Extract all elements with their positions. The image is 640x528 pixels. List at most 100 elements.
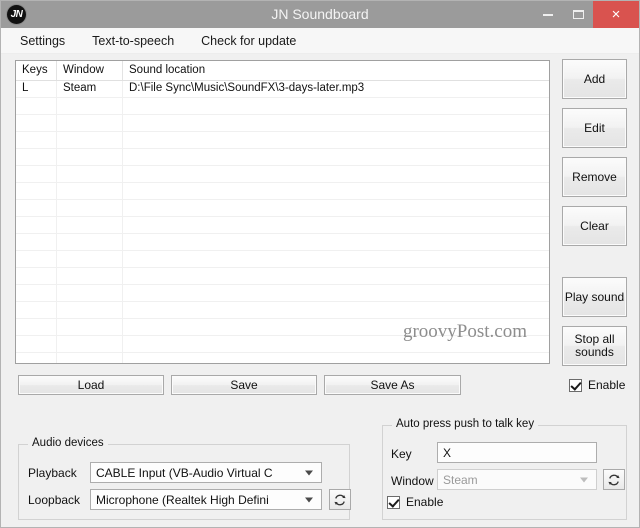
table-row[interactable] xyxy=(16,336,549,353)
ptt-enable-checkbox[interactable] xyxy=(387,496,400,509)
table-row[interactable] xyxy=(16,200,549,217)
cell-sound-location xyxy=(123,285,549,301)
cell-window xyxy=(57,234,123,250)
cell-sound-location xyxy=(123,200,549,216)
table-row[interactable] xyxy=(16,251,549,268)
load-button[interactable]: Load xyxy=(18,375,164,395)
cell-keys xyxy=(16,302,57,318)
cell-sound-location xyxy=(123,115,549,131)
table-row[interactable] xyxy=(16,353,549,364)
table-row[interactable] xyxy=(16,285,549,302)
table-row[interactable] xyxy=(16,319,549,336)
cell-sound-location xyxy=(123,166,549,182)
cell-sound-location xyxy=(123,98,549,114)
window-controls: × xyxy=(533,1,639,28)
cell-keys: L xyxy=(16,81,57,97)
loopback-label: Loopback xyxy=(28,493,80,507)
enable-checkbox[interactable] xyxy=(569,379,582,392)
column-header-keys[interactable]: Keys xyxy=(16,61,57,80)
menu-item-check-for-update[interactable]: Check for update xyxy=(192,31,305,51)
table-row[interactable] xyxy=(16,302,549,319)
cell-keys xyxy=(16,132,57,148)
loopback-device-value: Microphone (Realtek High Defini xyxy=(96,493,269,507)
table-row[interactable] xyxy=(16,149,549,166)
table-row[interactable] xyxy=(16,268,549,285)
ptt-key-label: Key xyxy=(391,447,412,461)
cell-sound-location xyxy=(123,353,549,364)
cell-keys xyxy=(16,319,57,335)
minimize-icon xyxy=(543,14,553,16)
add-button[interactable]: Add xyxy=(562,59,627,99)
cell-sound-location xyxy=(123,336,549,352)
save-button[interactable]: Save xyxy=(171,375,317,395)
list-header: Keys Window Sound location xyxy=(16,61,549,81)
cell-sound-location xyxy=(123,149,549,165)
clear-button[interactable]: Clear xyxy=(562,206,627,246)
refresh-window-list-button[interactable] xyxy=(603,469,625,490)
cell-sound-location xyxy=(123,268,549,284)
cell-sound-location xyxy=(123,302,549,318)
cell-window xyxy=(57,115,123,131)
list-body: LSteamD:\File Sync\Music\SoundFX\3-days-… xyxy=(16,81,549,364)
title-bar: JN JN Soundboard × xyxy=(1,1,639,28)
cell-keys xyxy=(16,251,57,267)
edit-button[interactable]: Edit xyxy=(562,108,627,148)
loopback-device-select[interactable]: Microphone (Realtek High Defini xyxy=(90,489,322,510)
cell-window xyxy=(57,353,123,364)
push-to-talk-title: Auto press push to talk key xyxy=(392,418,538,430)
playback-device-select[interactable]: CABLE Input (VB-Audio Virtual C xyxy=(90,462,322,483)
ptt-window-value: Steam xyxy=(443,473,478,487)
cell-keys xyxy=(16,166,57,182)
save-as-button[interactable]: Save As xyxy=(324,375,461,395)
cell-window xyxy=(57,302,123,318)
menu-item-settings[interactable]: Settings xyxy=(11,31,74,51)
cell-keys xyxy=(16,268,57,284)
cell-window xyxy=(57,149,123,165)
cell-window xyxy=(57,268,123,284)
ptt-key-input[interactable]: X xyxy=(437,442,597,463)
play-sound-button[interactable]: Play sound xyxy=(562,277,627,317)
refresh-icon xyxy=(333,493,347,507)
chevron-down-icon xyxy=(305,497,313,502)
sound-list[interactable]: Keys Window Sound location LSteamD:\File… xyxy=(15,60,550,364)
cell-window xyxy=(57,166,123,182)
playback-label: Playback xyxy=(28,466,77,480)
enable-checkbox-row[interactable]: Enable xyxy=(569,378,625,392)
table-row[interactable]: LSteamD:\File Sync\Music\SoundFX\3-days-… xyxy=(16,81,549,98)
cell-keys xyxy=(16,285,57,301)
column-header-sound-location[interactable]: Sound location xyxy=(123,61,549,80)
cell-sound-location xyxy=(123,251,549,267)
cell-window xyxy=(57,200,123,216)
cell-keys xyxy=(16,200,57,216)
table-row[interactable] xyxy=(16,132,549,149)
menu-item-text-to-speech[interactable]: Text-to-speech xyxy=(83,31,183,51)
cell-keys xyxy=(16,183,57,199)
table-row[interactable] xyxy=(16,234,549,251)
maximize-button[interactable] xyxy=(563,1,593,28)
menu-bar: Settings Text-to-speech Check for update xyxy=(1,28,639,54)
stop-all-sounds-button[interactable]: Stop all sounds xyxy=(562,326,627,366)
column-header-window[interactable]: Window xyxy=(57,61,123,80)
cell-keys xyxy=(16,217,57,233)
ptt-enable-checkbox-row[interactable]: Enable xyxy=(387,495,443,509)
cell-keys xyxy=(16,98,57,114)
refresh-audio-devices-button[interactable] xyxy=(329,489,351,510)
chevron-down-icon xyxy=(305,470,313,475)
remove-button[interactable]: Remove xyxy=(562,157,627,197)
cell-window xyxy=(57,336,123,352)
cell-sound-location xyxy=(123,183,549,199)
close-button[interactable]: × xyxy=(593,1,639,28)
minimize-button[interactable] xyxy=(533,1,563,28)
table-row[interactable] xyxy=(16,183,549,200)
cell-window xyxy=(57,285,123,301)
table-row[interactable] xyxy=(16,166,549,183)
cell-window xyxy=(57,183,123,199)
table-row[interactable] xyxy=(16,98,549,115)
table-row[interactable] xyxy=(16,217,549,234)
playback-device-value: CABLE Input (VB-Audio Virtual C xyxy=(96,466,273,480)
cell-window xyxy=(57,132,123,148)
cell-keys xyxy=(16,336,57,352)
cell-sound-location xyxy=(123,217,549,233)
ptt-window-select[interactable]: Steam xyxy=(437,469,597,490)
table-row[interactable] xyxy=(16,115,549,132)
